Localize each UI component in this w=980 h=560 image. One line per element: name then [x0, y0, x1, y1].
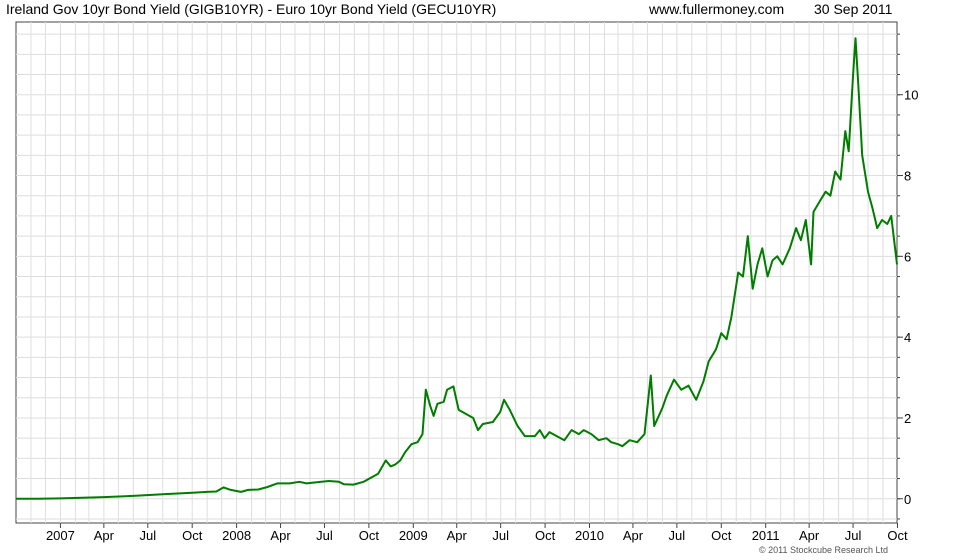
x-tick-label: Jul: [316, 528, 333, 543]
y-tick-label: 4: [904, 330, 911, 345]
y-tick-label: 6: [904, 249, 911, 264]
line-chart: 0 2 4 6 8 10 2007 Apr Jul Oct 2008 Apr Jul Oct 2009 Ap…: [15, 21, 918, 543]
x-tick-label: Oct: [359, 528, 380, 543]
x-tick-label: 2010: [575, 528, 604, 543]
x-tick-label: 2007: [46, 528, 75, 543]
y-tick-label: 0: [904, 492, 911, 507]
x-tick-label: Apr: [623, 528, 644, 543]
x-axis: 2007 Apr Jul Oct 2008 Apr Jul Oct 2009 Apr Jul Oct 2…: [46, 523, 908, 543]
x-tick-label: Oct: [535, 528, 556, 543]
x-tick-label: Jul: [669, 528, 686, 543]
copyright-notice: © 2011 Stockcube Research Ltd: [759, 545, 889, 555]
x-tick-label: Oct: [887, 528, 908, 543]
x-tick-label: Apr: [94, 528, 115, 543]
x-tick-label: Apr: [270, 528, 291, 543]
x-tick-label: Jul: [492, 528, 509, 543]
x-tick-label: 2009: [399, 528, 428, 543]
x-tick-label: Oct: [182, 528, 203, 543]
x-tick-label: 2008: [222, 528, 251, 543]
x-tick-label: Jul: [139, 528, 156, 543]
y-tick-label: 10: [904, 88, 918, 103]
x-tick-label: Oct: [711, 528, 732, 543]
x-tick-label: Jul: [845, 528, 862, 543]
y-tick-label: 8: [904, 169, 911, 184]
x-tick-label: 2011: [752, 528, 780, 543]
y-axis: 0 2 4 6 8 10: [897, 33, 918, 520]
x-tick-label: Apr: [447, 528, 468, 543]
x-tick-label: Apr: [799, 528, 820, 543]
y-tick-label: 2: [904, 411, 911, 426]
